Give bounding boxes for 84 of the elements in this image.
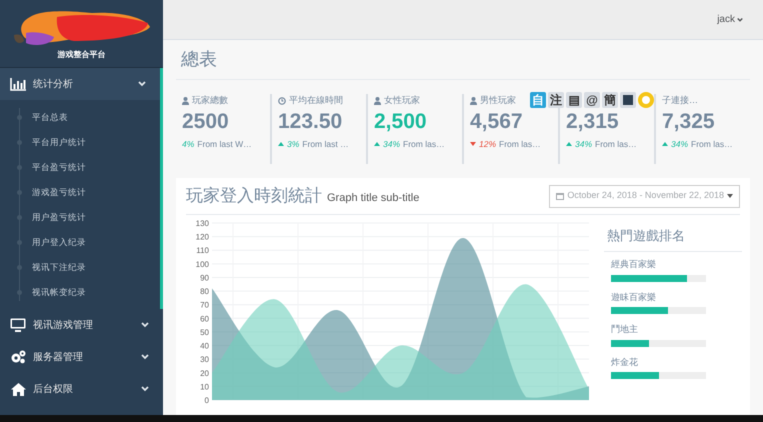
menu-item[interactable]: 服务器管理 [0, 341, 163, 373]
user-icon [374, 96, 381, 104]
y-tick-label: 40 [200, 342, 209, 351]
ranking-title: 熱門遊戲排名 [604, 220, 742, 252]
chevron-icon [141, 354, 149, 360]
submenu-item[interactable]: 平台用户统计 [32, 136, 86, 149]
chart-subtitle: Graph title sub-title [327, 191, 420, 206]
stat-percent: 4% [182, 138, 194, 151]
game-name: 鬥地主 [611, 323, 639, 336]
y-tick-label: 100 [196, 260, 209, 269]
game-name: 炸金花 [611, 356, 639, 368]
menu-item[interactable]: 后台权限 [0, 373, 163, 405]
game-name: 經典百家樂 [611, 258, 657, 271]
stat-note: From las… [691, 138, 733, 151]
stat-percent: 34% [575, 138, 592, 151]
stat-value: 2,315 [566, 109, 620, 135]
stat-label: 子連接… [662, 94, 698, 107]
gears-icon [10, 350, 26, 364]
menu-item[interactable]: 统计分析 [0, 68, 160, 100]
y-tick-label: 10 [200, 382, 209, 392]
stat-value: 2500 [182, 109, 230, 135]
y-tick-label: 20 [200, 368, 209, 378]
up-arrow-icon [278, 142, 284, 146]
stat-note: From last W… [197, 138, 252, 151]
down-arrow-icon [470, 142, 476, 146]
stat-value: 123.50 [278, 109, 344, 135]
stat-note: From las… [595, 138, 637, 151]
calendar-icon [556, 192, 564, 200]
stat-value: 2,500 [374, 109, 428, 135]
caret-icon [727, 194, 733, 198]
stat-percent: 12% [479, 138, 496, 151]
up-arrow-icon [662, 142, 668, 146]
user-icon [470, 96, 477, 104]
stat-label: 玩家總數 [192, 94, 228, 107]
clock-icon [278, 96, 286, 104]
monitor-icon [10, 318, 26, 332]
game-name: 遊眛百家樂 [611, 290, 657, 304]
extension-button[interactable]: 簡 [602, 92, 618, 108]
submenu-item[interactable]: 视讯下注纪录 [32, 261, 86, 274]
stat-value: 4,567 [470, 109, 524, 135]
user-menu[interactable]: jack [717, 12, 743, 27]
bar-chart-icon [10, 78, 26, 90]
y-tick-label: 0 [204, 396, 209, 405]
stat-note: From las… [403, 138, 445, 151]
brand-name: 游戏整合平台 [58, 49, 106, 61]
stat-note: From las… [499, 138, 541, 151]
extension-button[interactable]: 注 [548, 92, 564, 108]
menu-item[interactable]: 视讯游戏管理 [0, 309, 163, 341]
chevron-icon [737, 16, 743, 22]
chevron-icon [141, 322, 149, 328]
stat-percent: 3% [287, 138, 300, 151]
chevron-icon [141, 386, 149, 392]
chevron-icon [138, 81, 146, 87]
y-tick-label: 30 [200, 355, 209, 364]
y-tick-label: 60 [200, 314, 209, 324]
page-title: 總表 [180, 48, 217, 71]
stat-percent: 34% [383, 138, 400, 151]
stat-note: From last … [302, 138, 349, 151]
stat-percent: 34% [671, 138, 688, 151]
submenu-item[interactable]: 游戏盈亏统计 [32, 186, 86, 199]
y-tick-label: 110 [196, 246, 209, 256]
y-tick-label: 120 [196, 232, 209, 242]
y-tick-label: 50 [200, 328, 209, 337]
up-arrow-icon [566, 142, 572, 146]
submenu-item[interactable]: 平台总表 [32, 111, 68, 124]
home-icon [10, 382, 26, 396]
user-icon [182, 96, 189, 104]
submenu-item[interactable]: 用户登入纪录 [32, 236, 86, 249]
y-tick-label: 70 [200, 300, 209, 310]
stat-label: 男性玩家 [480, 94, 516, 107]
panel-icon[interactable] [620, 92, 636, 108]
submenu-item[interactable]: 平台盈亏统计 [32, 161, 86, 174]
stat-label: 女性玩家 [384, 94, 420, 107]
stat-label: 平均在線時間 [289, 94, 343, 107]
submenu-item[interactable]: 视讯帐变纪录 [32, 286, 86, 299]
y-tick-label: 130 [196, 219, 209, 228]
y-tick-label: 80 [200, 287, 209, 296]
extension-button[interactable]: @ [584, 92, 600, 108]
submenu-item[interactable]: 用户盈亏统计 [32, 211, 86, 224]
up-arrow-icon [374, 142, 380, 146]
y-tick-label: 90 [200, 273, 209, 282]
extension-button[interactable]: ▤ [566, 92, 582, 108]
chart-title: 玩家登入時刻統計 [186, 185, 322, 208]
stat-value: 7,325 [662, 109, 716, 135]
